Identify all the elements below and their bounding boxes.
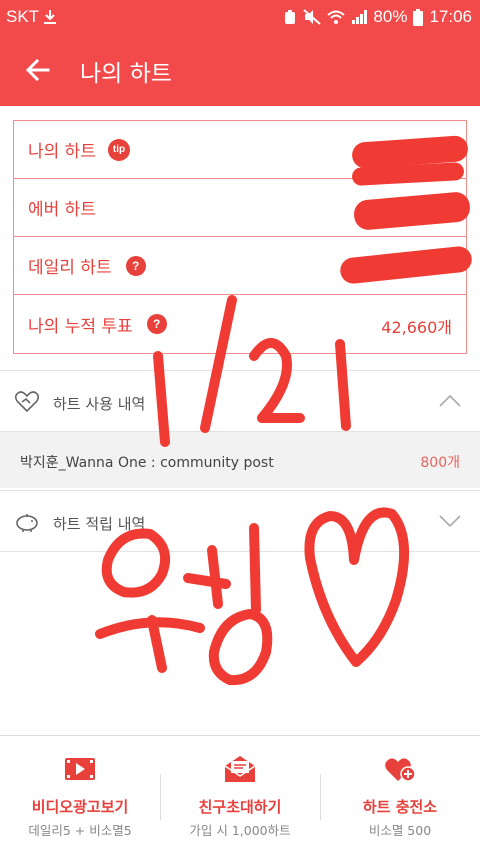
help-icon[interactable]: ?	[125, 255, 146, 276]
heart-earn-section-header[interactable]: 하트 적립 내역	[0, 490, 480, 552]
bottom-action-bar: 비디오광고보기 데일리5 + 비소멸5 친구초대하기 가입 시 1,000하트 …	[0, 735, 480, 853]
usage-history-row: 박지훈_Wanna One : community post 800개	[0, 432, 480, 488]
heart-plus-icon	[385, 758, 416, 782]
history-item-name: 박지훈_Wanna One : community post	[20, 455, 274, 471]
summary-label: 데일리 하트	[28, 258, 112, 278]
summary-row-total-votes: 나의 누적 투표 ? 42,660개	[14, 295, 466, 353]
battery-icon	[413, 8, 424, 26]
status-bar: SKT 80% 17:06	[0, 0, 480, 34]
back-arrow-icon[interactable]	[22, 54, 54, 86]
summary-label: 나의 누적 투표	[28, 316, 133, 337]
mute-icon	[303, 9, 322, 25]
heart-usage-section-header[interactable]: 하트 사용 내역	[0, 370, 480, 432]
app-bar: 나의 하트	[0, 34, 480, 106]
summary-label: 에버 하트	[28, 200, 96, 220]
wifi-icon	[327, 10, 346, 24]
download-icon	[44, 10, 57, 24]
clock: 17:06	[429, 7, 472, 26]
history-item-amount: 800개	[420, 455, 460, 471]
chevron-down-icon[interactable]	[438, 513, 462, 529]
action-sub: 데일리5 + 비소멸5	[28, 823, 132, 838]
summary-value: 42,660개	[381, 318, 452, 337]
help-icon[interactable]: ?	[146, 314, 167, 334]
invite-friend-button[interactable]: 친구초대하기 가입 시 1,000하트	[160, 736, 320, 853]
chevron-up-icon[interactable]	[438, 393, 462, 409]
action-label: 하트 충전소	[362, 798, 438, 816]
battery-percent: 80%	[373, 7, 408, 26]
action-label: 비디오광고보기	[31, 798, 129, 816]
summary-label: 나의 하트	[28, 142, 96, 162]
heart-shop-button[interactable]: 하트 충전소 비소멸 500	[320, 736, 480, 853]
envelope-icon	[224, 756, 256, 782]
page-title: 나의 하트	[80, 61, 172, 87]
signal-icon	[352, 10, 368, 24]
action-sub: 가입 시 1,000하트	[189, 823, 291, 838]
action-label: 친구초대하기	[198, 798, 282, 816]
heart-usage-icon	[14, 391, 40, 413]
piggy-bank-icon	[16, 514, 38, 532]
tip-icon[interactable]: tip	[107, 138, 130, 161]
carrier-label: SKT	[6, 7, 40, 26]
video-ad-button[interactable]: 비디오광고보기 데일리5 + 비소멸5	[0, 736, 160, 853]
action-sub: 비소멸 500	[368, 823, 432, 838]
recycle-icon	[285, 10, 296, 24]
section-label: 하트 적립 내역	[53, 515, 146, 533]
section-label: 하트 사용 내역	[53, 395, 146, 413]
video-icon	[65, 758, 95, 780]
